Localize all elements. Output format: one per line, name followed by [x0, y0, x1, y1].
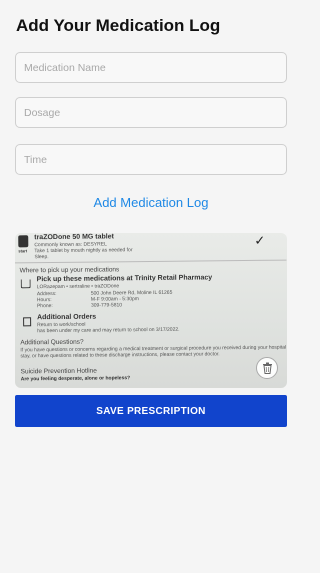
dosage-input[interactable] [16, 98, 286, 127]
instruction-line-1: Take 1 tablet by mouth nightly as needed… [34, 247, 133, 255]
delete-photo-button[interactable] [256, 357, 278, 379]
medication-name-field[interactable] [15, 52, 287, 83]
medication-name-input[interactable] [16, 53, 286, 82]
cart-icon [20, 279, 31, 289]
phone-label: Phone: [36, 303, 53, 310]
page-title: Add Your Medication Log [16, 16, 221, 35]
pickup-heading: Where to pick up your medications [19, 266, 120, 275]
checkmark-icon: ✓ [254, 233, 266, 248]
phone-value: 309-779-5810 [90, 302, 123, 309]
calendar-icon [23, 317, 32, 327]
instruction-line-2: Sleep. [34, 254, 49, 261]
add-medication-log-link[interactable]: Add Medication Log [0, 195, 302, 210]
dosage-field[interactable] [15, 97, 287, 128]
orders-line-2: has been under my care and may return to… [37, 326, 180, 335]
start-badge [18, 235, 29, 248]
trash-icon [262, 362, 272, 374]
questions-line-2: stay, or have questions related to these… [20, 351, 220, 360]
prescription-photo: start traZODone 50 MG tablet Commonly kn… [15, 233, 287, 388]
prescription-document: start traZODone 50 MG tablet Commonly kn… [15, 233, 287, 388]
time-field[interactable] [15, 144, 287, 175]
pickup-meds: LORazepam • sertraline • traZODone [36, 283, 120, 291]
divider [15, 259, 287, 264]
save-prescription-button[interactable]: SAVE PRESCRIPTION [15, 395, 287, 427]
start-label: start [18, 248, 28, 254]
time-input[interactable] [16, 145, 286, 174]
hotline-subtitle: Are you feeling desperate, alone or hope… [20, 375, 131, 383]
